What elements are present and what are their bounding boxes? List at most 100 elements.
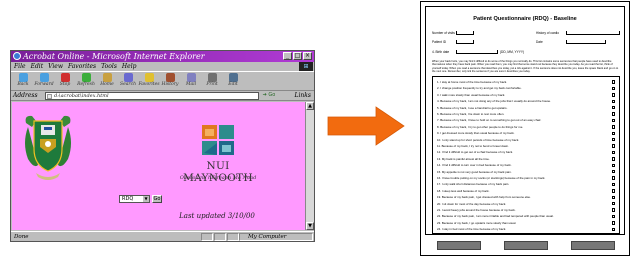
question-row: 9. I get dressed more slowly than usual … <box>437 130 613 136</box>
question-checkbox[interactable] <box>611 150 615 155</box>
question-row: 12. I find it difficult to get out of a … <box>437 149 613 155</box>
stop-icon <box>60 73 70 82</box>
patient-id-label: Patient ID <box>432 40 446 44</box>
toolbar-back-button[interactable]: Back <box>13 72 33 90</box>
toolbar-label: Edit <box>228 82 238 87</box>
question-checkbox[interactable] <box>611 176 615 180</box>
question-row: 3. I walk more slowly than usual because… <box>437 92 613 98</box>
question-checkbox[interactable] <box>611 214 615 219</box>
question-text: 2. I change position frequently to try a… <box>437 86 522 91</box>
page-viewport: NUI MAYNOOTH Ollscoil na hÉireann Má Nua… <box>12 102 305 230</box>
menu-favorites[interactable]: Favorites <box>68 62 96 71</box>
question-row: 7. Because of my back, I have to hold on… <box>437 117 613 123</box>
question-checkbox[interactable] <box>611 86 615 91</box>
toolbar-label: Refresh <box>77 82 95 87</box>
university-subtitle: Ollscoil na hÉireann Má Nuad <box>179 175 257 181</box>
question-row: 6. Because of my back, I lie down to res… <box>437 111 613 117</box>
toolbar-forward-button[interactable]: Forward <box>34 72 54 90</box>
question-checkbox[interactable] <box>611 144 615 148</box>
question-checkbox[interactable] <box>611 170 615 174</box>
document-button-2[interactable] <box>504 241 548 250</box>
go-button[interactable]: Go <box>152 195 162 203</box>
toolbar-mail-button[interactable]: Mail <box>181 72 201 90</box>
toolbar-refresh-button[interactable]: Refresh <box>76 72 96 90</box>
question-text: 15. My appetite is not very good because… <box>437 169 512 174</box>
question-row: 10. I only stand up for short periods of… <box>437 137 613 143</box>
question-checkbox[interactable] <box>611 227 615 231</box>
instructions: When your back hurts, you may find it di… <box>432 60 620 74</box>
question-checkbox[interactable] <box>611 189 615 193</box>
toolbar: Back Forward Stop Refresh Home Search Favorite… <box>11 71 314 91</box>
menu-edit[interactable]: Edit <box>31 62 44 71</box>
toolbar-print-button[interactable]: Print <box>202 72 222 90</box>
toolbar-favorites-button[interactable]: Favorites <box>138 72 160 90</box>
question-text: 3. I walk more slowly than usual because… <box>437 92 506 97</box>
links-button[interactable]: Links <box>295 92 311 100</box>
question-checkbox[interactable] <box>611 80 615 84</box>
minimize-icon[interactable]: _ <box>283 52 292 60</box>
menu-help[interactable]: Help <box>122 62 137 71</box>
birth-date-field[interactable] <box>456 50 498 54</box>
toolbar-history-button[interactable]: History <box>160 72 180 90</box>
history-field[interactable] <box>566 31 620 35</box>
scroll-up-icon[interactable]: ▲ <box>306 102 314 110</box>
toolbar-edit-button[interactable]: Edit <box>223 72 243 90</box>
question-checkbox[interactable] <box>611 221 615 225</box>
menu-view[interactable]: View <box>48 62 63 71</box>
maximize-icon[interactable]: □ <box>293 52 302 60</box>
menu-file[interactable]: File <box>14 62 26 71</box>
date-field[interactable] <box>566 40 606 44</box>
question-row: 20. I sit down for most of the day becau… <box>437 201 613 207</box>
document-button-3[interactable] <box>571 241 615 250</box>
question-text: 19. Because of my back pain, I get dress… <box>437 195 531 200</box>
document-button-1[interactable] <box>437 241 481 250</box>
question-checkbox[interactable] <box>611 118 615 123</box>
toolbar-label: Back <box>17 82 29 87</box>
number-of-visits-field[interactable] <box>456 31 474 35</box>
question-checkbox[interactable] <box>611 125 615 129</box>
address-input[interactable]: d:\acrobat\index.html <box>45 92 259 100</box>
questionnaire-document: Patient Questionnaire (RDQ) - Baseline N… <box>420 1 630 256</box>
history-label: History of cardio <box>536 31 560 35</box>
question-checkbox[interactable] <box>611 106 615 110</box>
forward-icon <box>39 73 49 82</box>
question-text: 4. Because of my back, I am not doing an… <box>437 99 551 104</box>
question-checkbox[interactable] <box>611 99 615 103</box>
toolbar-search-button[interactable]: Search <box>118 72 138 90</box>
question-checkbox[interactable] <box>611 163 615 167</box>
question-checkbox[interactable] <box>611 157 615 161</box>
menu-tools[interactable]: Tools <box>101 62 117 71</box>
question-text: 21. I avoid heavy jobs around the house … <box>437 208 516 212</box>
question-checkbox[interactable] <box>611 195 615 199</box>
chevron-down-icon: ▼ <box>143 196 149 202</box>
toolbar-home-button[interactable]: Home <box>97 72 117 90</box>
date-label: Date <box>536 40 543 44</box>
question-checkbox[interactable] <box>611 202 615 206</box>
question-checkbox[interactable] <box>611 112 615 116</box>
scroll-down-icon[interactable]: ▼ <box>306 222 314 230</box>
question-row: 11. Because of my back, I try not to ben… <box>437 143 613 149</box>
patient-id-field[interactable] <box>456 40 474 44</box>
question-text: 8. Because of my back, I try to get othe… <box>437 124 524 129</box>
question-checkbox[interactable] <box>611 182 615 187</box>
close-icon[interactable]: × <box>303 52 312 60</box>
internet-explorer-icon <box>13 52 21 60</box>
question-text: 9. I get dressed more slowly than usual … <box>437 131 515 136</box>
question-row: 13. My back is painful almost all the ti… <box>437 156 613 162</box>
nui-maynooth-logo <box>202 125 234 155</box>
questionnaire-select[interactable]: RDQ ▼ <box>119 195 150 203</box>
question-checkbox[interactable] <box>611 131 615 135</box>
question-checkbox[interactable] <box>611 93 615 97</box>
windows-logo-icon: ⊞ <box>299 62 313 71</box>
question-text: 14. I find it difficult to turn over in … <box>437 163 512 168</box>
vertical-scrollbar[interactable]: ▲ ▼ <box>305 102 314 230</box>
home-icon <box>102 73 112 82</box>
question-checkbox[interactable] <box>611 138 615 142</box>
question-checkbox[interactable] <box>611 208 615 212</box>
address-go-button[interactable]: ➔ Go <box>261 92 277 100</box>
title-bar[interactable]: Acrobat Online - Microsoft Internet Expl… <box>11 51 314 62</box>
status-cell <box>201 233 213 241</box>
question-text: 18. I sleep less well because of my back… <box>437 188 490 193</box>
question-text: 12. I find it difficult to get out of a … <box>437 150 513 155</box>
toolbar-stop-button[interactable]: Stop <box>55 72 75 90</box>
